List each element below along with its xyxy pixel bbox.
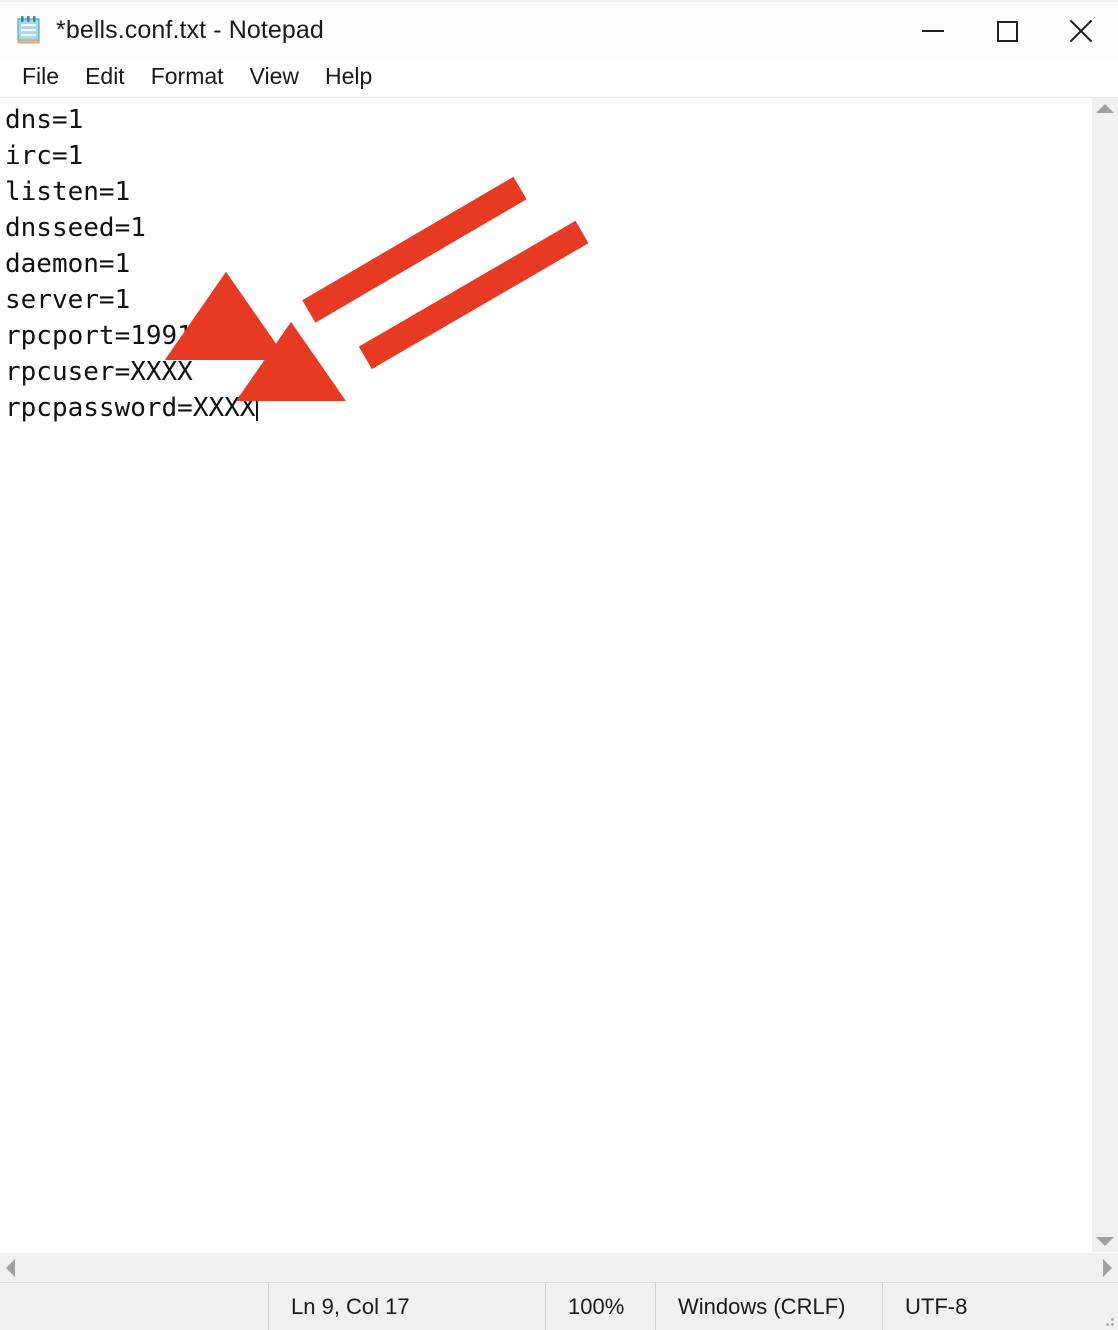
- text-line: daemon=1: [5, 249, 131, 279]
- close-button[interactable]: [1044, 2, 1118, 60]
- notepad-window: *bells.conf.txt - Notepad File Edit Form…: [0, 0, 1118, 1330]
- menu-item-file[interactable]: File: [10, 61, 73, 94]
- status-bar-spacer: [0, 1283, 268, 1330]
- window-title: *bells.conf.txt - Notepad: [56, 15, 324, 44]
- status-zoom-level[interactable]: 100%: [545, 1283, 655, 1330]
- maximize-icon: [996, 20, 1018, 42]
- text-line: listen=1: [5, 177, 131, 207]
- menu-bar: File Edit Format View Help: [0, 58, 1118, 98]
- text-line: rpcport=19918: [5, 321, 209, 351]
- text-line: dns=1: [5, 105, 84, 135]
- text-line-content: rpcpassword=XXXX: [5, 393, 256, 423]
- editor-region: dns=1 irc=1 listen=1 dnsseed=1 daemon=1 …: [0, 98, 1118, 1282]
- scroll-down-arrow[interactable]: [1096, 1237, 1114, 1246]
- status-encoding: UTF-8: [882, 1283, 1118, 1330]
- notepad-icon: [16, 15, 42, 45]
- text-line: rpcuser=XXXX: [5, 357, 193, 387]
- text-editor[interactable]: dns=1 irc=1 listen=1 dnsseed=1 daemon=1 …: [0, 98, 1091, 1252]
- status-bar: Ln 9, Col 17 100% Windows (CRLF) UTF-8: [0, 1282, 1118, 1330]
- maximize-button[interactable]: [970, 2, 1044, 60]
- title-bar[interactable]: *bells.conf.txt - Notepad: [0, 0, 1118, 58]
- menu-item-view[interactable]: View: [238, 61, 313, 94]
- window-controls: [896, 2, 1118, 60]
- resize-grip-icon[interactable]: [1100, 1312, 1114, 1326]
- status-line-ending: Windows (CRLF): [655, 1283, 882, 1330]
- text-line: server=1: [5, 285, 131, 315]
- scroll-right-arrow[interactable]: [1103, 1258, 1112, 1277]
- minimize-button[interactable]: [896, 2, 970, 60]
- menu-item-help[interactable]: Help: [313, 61, 386, 94]
- text-caret: [256, 393, 259, 421]
- horizontal-scrollbar[interactable]: [0, 1252, 1118, 1282]
- menu-item-edit[interactable]: Edit: [73, 61, 139, 94]
- scroll-up-arrow[interactable]: [1096, 104, 1114, 113]
- menu-item-format[interactable]: Format: [139, 61, 238, 94]
- text-line-active: rpcpassword=XXXX: [5, 390, 1091, 426]
- text-line: dnsseed=1: [5, 213, 146, 243]
- minimize-icon: [922, 30, 944, 32]
- vertical-scrollbar[interactable]: [1091, 98, 1118, 1252]
- status-cursor-position: Ln 9, Col 17: [268, 1283, 545, 1330]
- text-line: irc=1: [5, 141, 84, 171]
- close-icon: [1068, 18, 1094, 44]
- scroll-left-arrow[interactable]: [6, 1258, 15, 1277]
